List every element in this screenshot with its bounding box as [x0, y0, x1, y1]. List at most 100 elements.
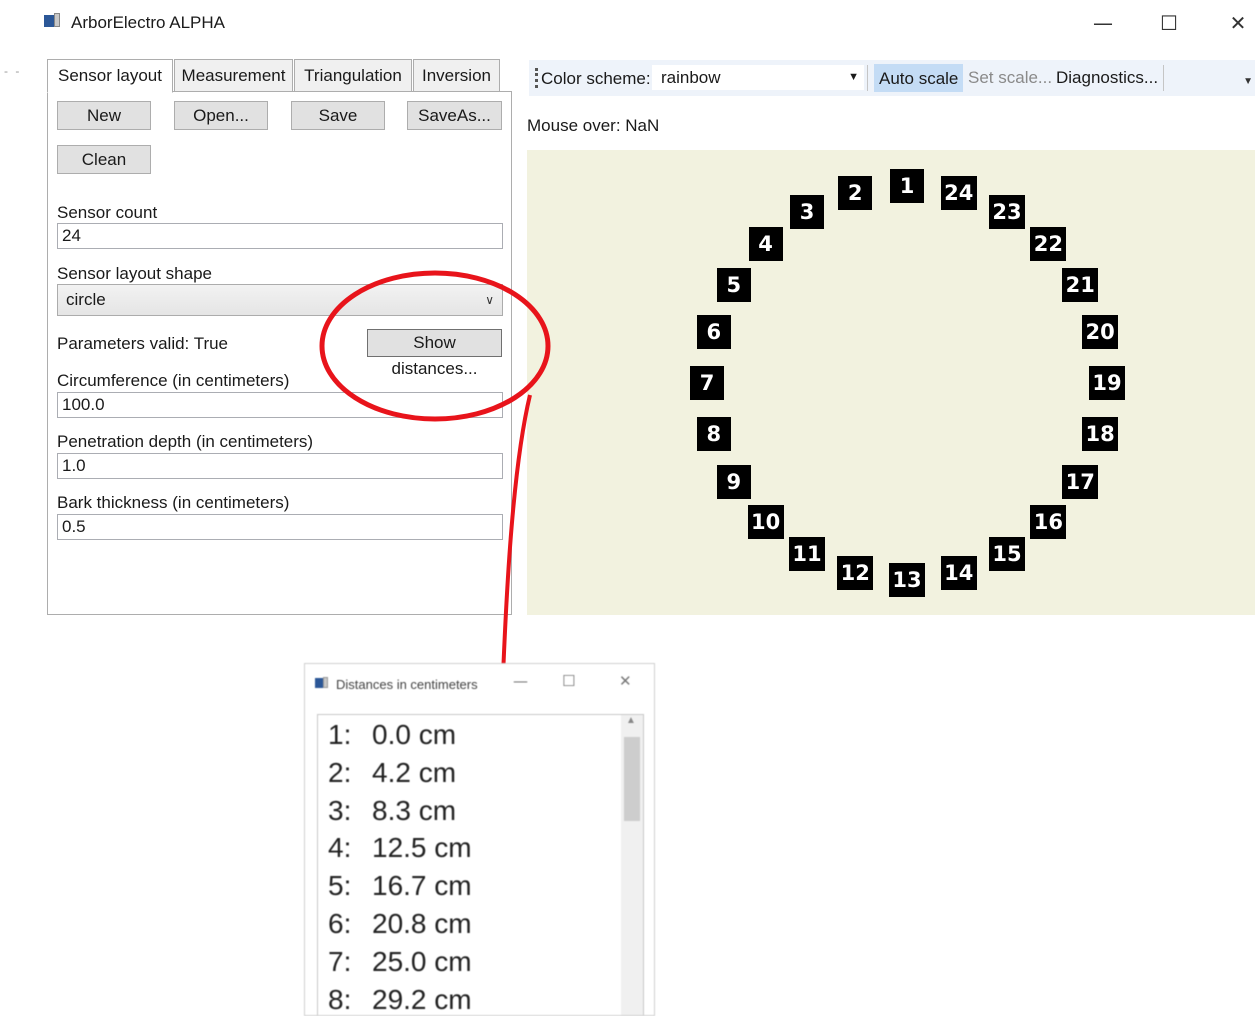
distances-window: Distances in centimeters — ☐ ✕ ▲ 1: 0.0 c… [304, 663, 655, 1016]
sensor-marker[interactable]: 5 [716, 267, 751, 302]
bark-thickness-input[interactable]: 0.5 [57, 514, 503, 540]
title-bar: ArborElectro ALPHA — ☐ ✕ [0, 0, 1255, 46]
sensor-marker[interactable]: 13 [889, 563, 925, 597]
list-item[interactable]: 2: 4.2 cm [328, 757, 456, 789]
clean-button[interactable]: Clean [57, 145, 151, 174]
sensor-marker[interactable]: 19 [1089, 366, 1125, 400]
app-icon [315, 677, 329, 689]
mouse-over-readout: Mouse over: NaN [527, 116, 660, 135]
toolbar-overflow-icon[interactable]: ▼ [1243, 76, 1253, 87]
save-as-button[interactable]: SaveAs... [407, 101, 502, 130]
diagnostics-button[interactable]: Diagnostics... [1052, 64, 1162, 92]
list-item-index: 4: [328, 832, 352, 864]
scroll-thumb[interactable] [624, 737, 640, 821]
close-button[interactable]: ✕ [1218, 8, 1255, 38]
penetration-depth-label: Penetration depth (in centimeters) [57, 432, 314, 451]
list-item[interactable]: 8: 29.2 cm [328, 983, 472, 1015]
popup-close-button[interactable]: ✕ [619, 672, 632, 690]
sensor-marker[interactable]: 24 [940, 175, 977, 210]
list-item[interactable]: 7: 25.0 cm [328, 946, 472, 978]
sensor-marker[interactable]: 15 [989, 536, 1025, 571]
toolbar-separator [867, 65, 868, 91]
sensor-marker[interactable]: 16 [1030, 505, 1067, 540]
sensor-marker[interactable]: 11 [789, 536, 825, 571]
list-item-index: 8: [328, 983, 352, 1015]
sensor-marker[interactable]: 8 [696, 416, 731, 451]
chevron-down-icon: ∨ [485, 293, 494, 307]
list-item-index: 7: [328, 945, 352, 977]
list-item-index: 1: [328, 719, 352, 750]
distances-window-title: Distances in centimeters [336, 677, 478, 692]
bark-thickness-label: Bark thickness (in centimeters) [57, 493, 290, 512]
list-item[interactable]: 3: 8.3 cm [328, 795, 456, 827]
save-button[interactable]: Save [291, 101, 385, 130]
tab-measurement[interactable]: Measurement [174, 59, 293, 92]
layout-shape-select[interactable]: circle ∨ [57, 284, 503, 316]
tab-triangulation[interactable]: Triangulation [294, 59, 412, 92]
list-item[interactable]: 6: 20.8 cm [328, 908, 472, 940]
app-icon [44, 13, 62, 29]
sensor-marker[interactable]: 20 [1082, 315, 1119, 349]
sensor-marker[interactable]: 17 [1062, 464, 1099, 499]
sensor-marker[interactable]: 6 [696, 315, 731, 349]
color-scheme-select[interactable]: rainbow ▼ [652, 65, 864, 90]
maximize-button[interactable]: ☐ [1149, 8, 1189, 38]
list-item-value: 29.2 cm [372, 983, 472, 1015]
sensor-marker[interactable]: 12 [837, 556, 874, 591]
sensor-marker[interactable]: 23 [989, 195, 1025, 230]
sensor-marker[interactable]: 7 [690, 366, 724, 400]
sensor-marker[interactable]: 3 [790, 195, 824, 230]
list-item-value: 12.5 cm [372, 832, 472, 864]
list-item-index: 2: [328, 756, 352, 788]
list-item[interactable]: 4: 12.5 cm [328, 832, 472, 864]
sensor-marker[interactable]: 21 [1062, 267, 1099, 302]
sensor-marker[interactable]: 2 [838, 175, 873, 210]
list-item[interactable]: 5: 16.7 cm [328, 870, 472, 902]
parameters-valid-status: Parameters valid: True [57, 334, 229, 353]
layout-shape-label: Sensor layout shape [57, 264, 212, 283]
sensor-marker[interactable]: 1 [890, 169, 924, 203]
toolbar-grip[interactable] [535, 68, 538, 88]
dropdown-arrow-icon: ▼ [848, 71, 859, 83]
show-distances-button[interactable]: Show distances... [367, 329, 502, 378]
circumference-input[interactable]: 100.0 [57, 392, 503, 418]
popup-minimize-button[interactable]: — [513, 672, 528, 690]
set-scale-button[interactable]: Set scale... [964, 64, 1056, 92]
list-item-value: 25.0 cm [372, 945, 472, 977]
distances-list[interactable]: ▲ 1: 0.0 cm 2: 4.2 cm 3: 8.3 cm 4: 12.5 cm 5: 16.… [317, 714, 644, 1015]
list-item-value: 4.2 cm [372, 756, 457, 788]
sensor-marker[interactable]: 22 [1030, 226, 1067, 261]
sensor-canvas[interactable]: 1 2 3 4 5 6 7 8 9 10 11 12 13 14 15 16 17 18 19 20 21 22 23 24 [527, 150, 1255, 615]
layout-shape-value: circle [66, 290, 106, 309]
sensor-count-label: Sensor count [57, 203, 158, 222]
scroll-up-icon[interactable]: ▲ [626, 715, 636, 726]
list-item-value: 16.7 cm [372, 870, 472, 902]
sensor-marker[interactable]: 18 [1082, 416, 1119, 451]
new-button[interactable]: New [57, 101, 151, 130]
auto-scale-button[interactable]: Auto scale [874, 64, 964, 92]
toolbar-separator [1163, 65, 1164, 91]
view-toolbar: Color scheme: rainbow ▼ Auto scale Set s… [529, 60, 1255, 96]
popup-maximize-button[interactable]: ☐ [562, 672, 575, 690]
sensor-count-input[interactable]: 24 [57, 223, 503, 249]
minimize-button[interactable]: — [1083, 8, 1123, 38]
list-item[interactable]: 1: 0.0 cm [328, 719, 456, 751]
list-item-value: 8.3 cm [372, 794, 457, 826]
list-item-value: 20.8 cm [372, 908, 472, 939]
sensor-marker[interactable]: 14 [940, 556, 977, 591]
splitter-grip[interactable]: - - [4, 64, 21, 78]
tab-inversion[interactable]: Inversion [413, 59, 500, 92]
list-item-index: 5: [328, 870, 352, 902]
list-item-value: 0.0 cm [372, 719, 457, 750]
sensor-marker[interactable]: 4 [748, 226, 783, 261]
color-scheme-value: rainbow [661, 68, 721, 87]
color-scheme-label: Color scheme: [541, 69, 651, 88]
list-item-index: 3: [328, 794, 352, 826]
penetration-depth-input[interactable]: 1.0 [57, 453, 503, 479]
sensor-marker[interactable]: 9 [716, 464, 751, 499]
tab-sensor-layout[interactable]: Sensor layout [47, 59, 173, 93]
sensor-marker[interactable]: 10 [747, 505, 784, 540]
list-scrollbar[interactable]: ▲ [621, 715, 643, 1015]
window-title: ArborElectro ALPHA [71, 13, 226, 32]
open-button[interactable]: Open... [174, 101, 268, 130]
